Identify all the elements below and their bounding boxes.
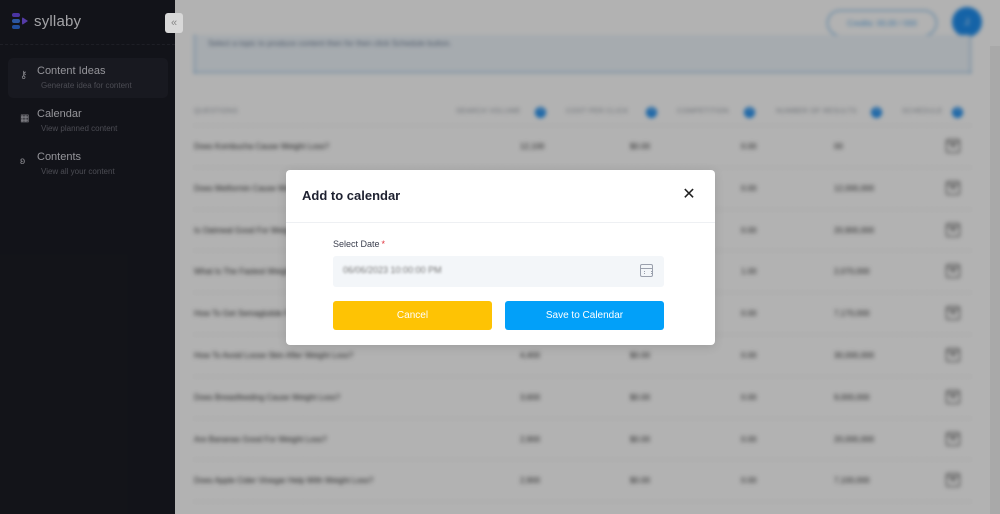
- close-icon[interactable]: ✕: [681, 187, 697, 203]
- save-to-calendar-button[interactable]: Save to Calendar: [505, 301, 664, 330]
- date-picker-input[interactable]: 06/06/2023 10:00:00 PM: [333, 256, 664, 287]
- add-to-calendar-modal: Add to calendar ✕ Select Date * 06/06/202…: [286, 170, 715, 345]
- select-date-label: Select Date *: [333, 239, 385, 249]
- collapse-sidebar-button[interactable]: «: [165, 13, 183, 33]
- cancel-button[interactable]: Cancel: [333, 301, 492, 330]
- double-chevron-left-icon: «: [170, 17, 178, 29]
- date-value: 06/06/2023 10:00:00 PM: [343, 265, 442, 275]
- select-date-label-text: Select Date: [333, 239, 380, 249]
- modal-header: Add to calendar ✕: [286, 170, 715, 223]
- modal-title: Add to calendar: [302, 188, 401, 203]
- calendar-icon[interactable]: [640, 264, 653, 277]
- required-mark: *: [381, 239, 386, 249]
